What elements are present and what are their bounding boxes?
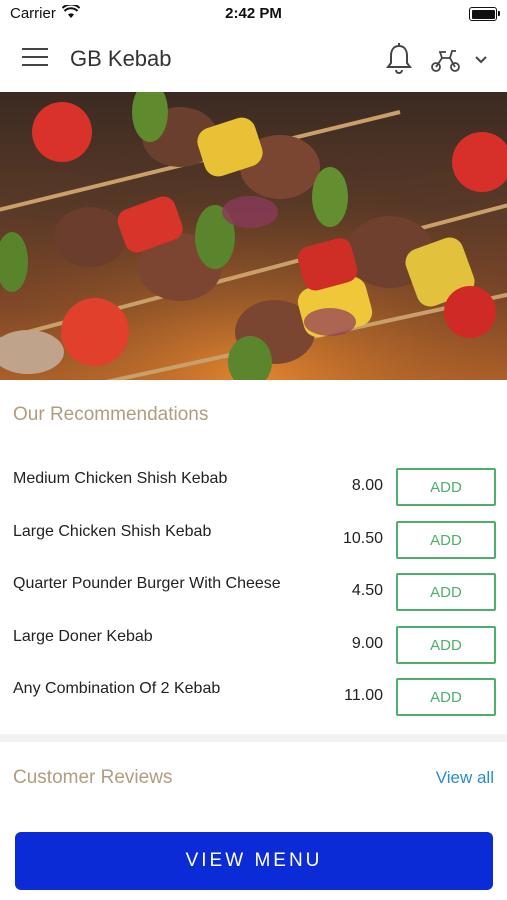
item-price: 8.00 xyxy=(351,477,383,494)
list-item: Medium Chicken Shish Kebab 8.00 ADD xyxy=(0,468,507,520)
add-button[interactable]: ADD xyxy=(396,468,496,506)
section-divider xyxy=(0,734,507,742)
item-price: 4.50 xyxy=(351,582,383,599)
view-all-link[interactable]: View all xyxy=(436,768,494,788)
item-price: 10.50 xyxy=(342,530,383,547)
clock: 2:42 PM xyxy=(225,5,282,22)
add-button[interactable]: ADD xyxy=(396,573,496,611)
list-item: Large Chicken Shish Kebab 10.50 ADD xyxy=(0,521,507,573)
add-button[interactable]: ADD xyxy=(396,521,496,559)
status-bar: Carrier 2:42 PM xyxy=(0,0,507,28)
item-price: 11.00 xyxy=(344,687,383,704)
reviews-title: Customer Reviews xyxy=(13,767,173,788)
item-name: Quarter Pounder Burger With Cheese xyxy=(13,575,281,592)
add-button[interactable]: ADD xyxy=(396,678,496,716)
recommendations-title: Our Recommendations xyxy=(13,404,209,425)
view-menu-button[interactable]: VIEW MENU xyxy=(15,832,493,890)
menu-icon[interactable] xyxy=(22,48,48,70)
page-title: GB Kebab xyxy=(70,46,172,71)
top-nav-bar: GB Kebab xyxy=(0,28,507,92)
battery-icon xyxy=(469,7,500,21)
item-name: Any Combination Of 2 Kebab xyxy=(13,680,221,697)
hero-image xyxy=(0,92,507,380)
add-button[interactable]: ADD xyxy=(396,626,496,664)
list-item: Quarter Pounder Burger With Cheese 4.50 … xyxy=(0,573,507,625)
chevron-down-icon[interactable] xyxy=(472,50,490,68)
item-name: Large Chicken Shish Kebab xyxy=(13,523,212,540)
item-name: Medium Chicken Shish Kebab xyxy=(13,470,228,487)
scooter-icon[interactable] xyxy=(430,46,462,74)
bell-icon[interactable] xyxy=(384,42,414,76)
item-name: Large Doner Kebab xyxy=(13,628,153,645)
item-price: 9.00 xyxy=(351,635,383,652)
list-item: Any Combination Of 2 Kebab 11.00 ADD xyxy=(0,678,507,730)
list-item: Large Doner Kebab 9.00 ADD xyxy=(0,626,507,678)
